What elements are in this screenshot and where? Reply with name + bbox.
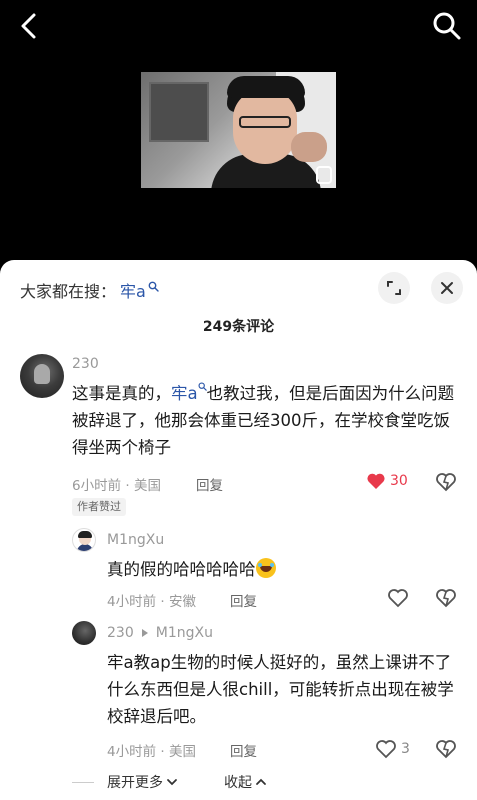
comment-meta: 4小时前 · 安徽 [107,594,196,610]
author-liked-tag: 作者赞过 [72,498,126,516]
mention-link[interactable]: 牢a [171,384,198,403]
comment-username[interactable]: 230 [72,356,99,372]
back-button[interactable] [14,10,46,42]
dislike-icon[interactable] [435,739,457,759]
avatar[interactable] [72,621,96,645]
top-bar [0,0,477,56]
comment-count: 249条评论 [202,319,275,335]
search-suggestion[interactable]: 大家都在搜： 牢a [20,278,159,302]
expand-more-button[interactable]: 展开更多 [107,772,178,792]
heart-outline-icon[interactable] [387,588,409,608]
close-icon [441,282,453,294]
close-sheet-button[interactable] [431,272,463,304]
avatar[interactable] [20,354,64,398]
search-prefix: 大家都在搜： [20,282,117,301]
like-button[interactable]: 30 [366,472,408,490]
avatar[interactable] [72,528,96,552]
heart-outline-icon [376,740,396,759]
comment-text: 牢a教ap生物的时候人挺好的，虽然上课讲不了什么东西但是人很chill，可能转折… [107,653,454,726]
comment-meta: 6小时前 · 美国 [72,478,161,494]
like-button[interactable]: 3 [375,739,410,759]
laughing-crying-emoji-icon [255,558,276,578]
search-small-icon [198,382,207,391]
comment-text: 这事是真的，牢a 也教过我，但是后面因为什么问题被辞退了，他那会体重已经300斤，… [72,382,455,457]
reply-button[interactable]: 回复 [230,740,257,760]
reply-button[interactable]: 回复 [230,590,257,610]
chevron-up-icon [256,778,266,785]
like-count: 30 [390,473,408,489]
chevron-down-icon [167,779,177,786]
chevron-left-icon [21,13,36,39]
comments-sheet: 大家都在搜： 牢a 249条评论 230 这事是真的，牢a 也教过我，但是后面因为… [0,260,477,800]
comment-meta: 4小时前 · 美国 [107,744,196,760]
thread-divider [72,782,94,783]
reply-header: 230 M1ngXu [107,625,213,641]
search-small-icon [148,281,159,292]
comment-username[interactable]: M1ngXu [107,532,164,548]
dislike-icon[interactable] [435,588,457,608]
search-keyword[interactable]: 牢a [120,278,146,302]
reply-button[interactable]: 回复 [196,474,223,494]
search-icon [433,12,461,40]
expand-sheet-button[interactable] [378,272,410,304]
video-background [149,82,209,142]
reply-arrow-icon [141,629,148,637]
comment-text: 真的假的哈哈哈哈哈 [107,556,457,583]
expand-icon [387,281,401,295]
reply-to-username[interactable]: M1ngXu [156,625,213,641]
picture-in-picture-icon[interactable] [316,166,332,184]
dislike-icon[interactable] [435,472,457,492]
heart-filled-icon [367,473,385,489]
collapse-button[interactable]: 收起 [224,772,267,792]
video-player[interactable] [141,72,336,188]
like-count: 3 [401,741,410,757]
comment-username[interactable]: 230 [107,625,134,641]
search-button[interactable] [431,10,463,42]
